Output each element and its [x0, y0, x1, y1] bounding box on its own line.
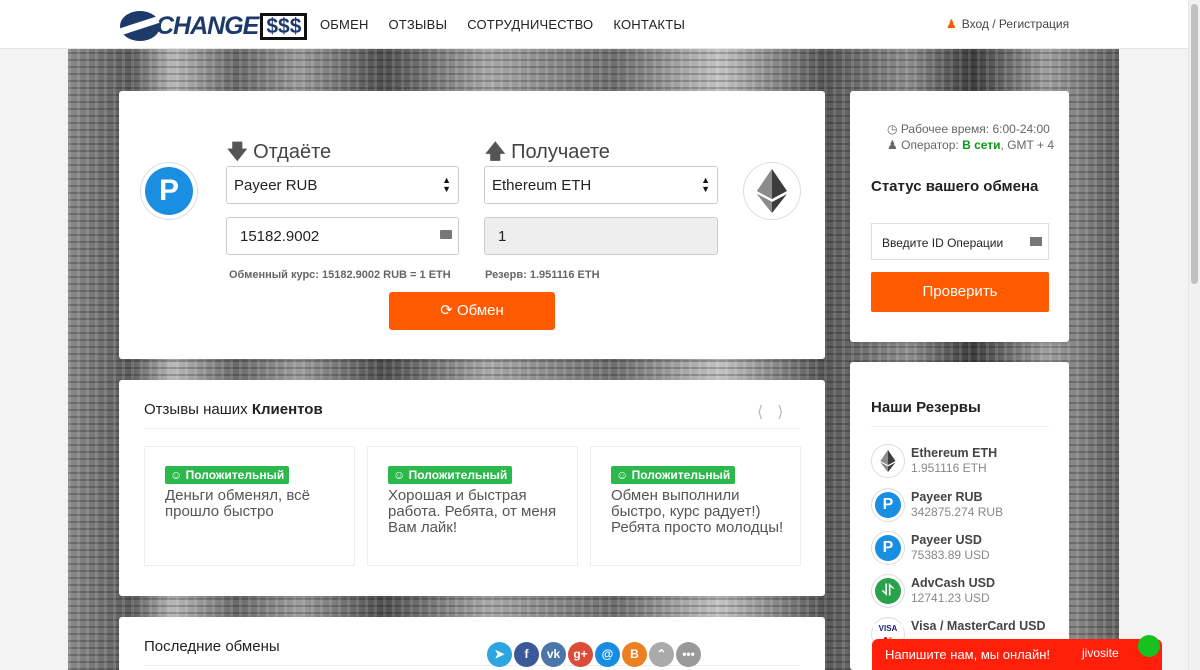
- ethereum-logo-icon: [743, 162, 801, 220]
- site-logo[interactable]: CHANGE $$$: [120, 11, 308, 41]
- chat-text: Напишите нам, мы онлайн!: [885, 647, 1051, 662]
- get-currency-select[interactable]: Ethereum ETH ▲ ▼: [484, 166, 718, 204]
- select-arrows-icon: ▲ ▼: [701, 175, 710, 194]
- positive-badge: ☺ Положительный: [388, 466, 513, 484]
- facebook-icon[interactable]: f: [514, 642, 539, 667]
- divider: [144, 665, 800, 666]
- scrollbar-thumb[interactable]: [1191, 4, 1198, 284]
- clock-icon: ◷: [887, 122, 898, 136]
- page-scrollbar[interactable]: [1188, 0, 1200, 670]
- reserve-name: Ethereum ETH: [911, 446, 998, 460]
- arrow-up-icon: 🡅: [485, 141, 506, 163]
- reserve-name: Payeer RUB: [911, 490, 983, 504]
- keyboard-icon: [1030, 237, 1042, 246]
- give-currency-select[interactable]: Payeer RUB ▲ ▼: [226, 166, 459, 204]
- work-time: ◷ Рабочее время: 6:00-24:00: [887, 122, 1050, 136]
- get-amount-input[interactable]: 1: [484, 217, 718, 255]
- reserves-title: Наши Резервы: [871, 399, 981, 416]
- share-up-icon[interactable]: ⌃: [649, 642, 674, 667]
- social-share-bar: ➤ f vk g+ @ B ⌃ •••: [487, 642, 701, 667]
- google-plus-icon[interactable]: g+: [568, 642, 593, 667]
- divider: [871, 426, 1049, 427]
- reserve-name: AdvCash USD: [911, 576, 996, 590]
- reserve-value: 342875.274 RUB: [911, 505, 1004, 519]
- nav-link-exchange[interactable]: ОБМЕН: [320, 17, 369, 32]
- reviews-title: Отзывы наших Клиентов: [144, 401, 323, 418]
- operator-status: ♟ Оператор: В сети, GMT + 4: [887, 138, 1055, 152]
- recent-title: Последние обмены: [144, 638, 280, 655]
- user-icon: ♟: [946, 17, 957, 31]
- payeer-icon: P: [871, 488, 905, 522]
- nav-link-contacts[interactable]: КОНТАКТЫ: [613, 17, 685, 32]
- payeer-icon: P: [871, 531, 905, 565]
- advcash-icon: ⥯: [871, 574, 905, 608]
- select-arrows-icon: ▲ ▼: [442, 175, 451, 194]
- status-title: Статус вашего обмена: [871, 178, 1039, 195]
- reserve-value: 75383.89 USD: [911, 548, 990, 562]
- mail-icon[interactable]: @: [595, 642, 620, 667]
- operator-icon: ♟: [887, 138, 898, 152]
- site-header: CHANGE $$$ ОБМЕН ОТЗЫВЫ СОТРУДНИЧЕСТВО К…: [0, 0, 1188, 49]
- positive-badge: ☺ Положительный: [165, 466, 290, 484]
- more-icon[interactable]: •••: [676, 642, 701, 667]
- smile-icon: ☺: [170, 468, 183, 482]
- login-link[interactable]: ♟ Вход / Регистрация: [946, 17, 1069, 31]
- check-status-button[interactable]: Проверить: [871, 272, 1049, 312]
- nav-link-reviews[interactable]: ОТЗЫВЫ: [389, 17, 448, 32]
- live-chat-widget[interactable]: Напишите нам, мы онлайн! jivosite: [872, 635, 1162, 670]
- review-card: ☺ Положительный Деньги обменял, всё прош…: [144, 446, 355, 566]
- divider: [144, 428, 800, 429]
- blogger-icon[interactable]: B: [622, 642, 647, 667]
- smile-icon: ☺: [616, 468, 629, 482]
- reserve-item: P Payeer RUB 342875.274 RUB: [871, 488, 1003, 522]
- login-label: Вход / Регистрация: [961, 17, 1070, 31]
- arrow-down-icon: 🡇: [227, 141, 248, 163]
- vk-icon[interactable]: vk: [541, 642, 566, 667]
- reserve-value: 12741.23 USD: [911, 591, 990, 605]
- smile-icon: ☺: [393, 468, 406, 482]
- reviews-nav: ⟨⟩: [757, 402, 798, 422]
- reserve-item: P Payeer USD 75383.89 USD: [871, 531, 990, 565]
- exchange-button[interactable]: ⟳ Обмен: [389, 292, 555, 330]
- reviews-card: Отзывы наших Клиентов ⟨⟩ ☺ Положительный…: [119, 380, 825, 596]
- telegram-icon[interactable]: ➤: [487, 642, 512, 667]
- reserves-card: Наши Резервы Ethereum ETH 1.951116 ETH P …: [850, 362, 1069, 670]
- ethereum-icon: [871, 444, 905, 478]
- main-nav: ОБМЕН ОТЗЫВЫ СОТРУДНИЧЕСТВО КОНТАКТЫ: [320, 17, 685, 32]
- review-text: Обмен выполнили быстро, курс радует!) Ре…: [611, 487, 784, 536]
- reserve-name: Visa / MasterCard USD: [911, 619, 1046, 633]
- globe-icon: [120, 11, 160, 41]
- review-card: ☺ Положительный Хорошая и быстрая работа…: [367, 446, 578, 566]
- chevron-right-icon[interactable]: ⟩: [777, 404, 797, 421]
- payeer-logo-icon: P: [140, 162, 198, 220]
- review-card: ☺ Положительный Обмен выполнили быстро, …: [590, 446, 801, 566]
- positive-badge: ☺ Положительный: [611, 466, 736, 484]
- reserve-name: Payeer USD: [911, 533, 982, 547]
- online-indicator-icon: [1138, 635, 1160, 657]
- exchange-rate: Обменный курс: 15182.9002 RUB = 1 ETH: [229, 269, 451, 281]
- review-text: Деньги обменял, всё прошло быстро: [165, 487, 311, 520]
- refresh-icon: ⟳: [440, 302, 453, 319]
- keyboard-icon: [440, 230, 452, 239]
- reserve-value: 1.951116 ETH: [911, 461, 987, 475]
- reserve-info: Резерв: 1.951116 ETH: [485, 269, 600, 281]
- logo-text: CHANGE: [156, 11, 259, 40]
- chat-brand: jivosite: [1082, 646, 1119, 660]
- operation-id-input[interactable]: Введите ID Операции: [871, 223, 1049, 260]
- chevron-left-icon[interactable]: ⟨: [757, 404, 777, 421]
- order-status-card: ◷ Рабочее время: 6:00-24:00 ♟ Оператор: …: [850, 91, 1069, 342]
- review-text: Хорошая и быстрая работа. Ребята, от мен…: [388, 487, 557, 536]
- logo-dollars: $$$: [260, 12, 308, 40]
- reserve-item: Ethereum ETH 1.951116 ETH: [871, 444, 997, 478]
- nav-link-partnership[interactable]: СОТРУДНИЧЕСТВО: [467, 17, 593, 32]
- give-amount-input[interactable]: 15182.9002: [226, 217, 459, 255]
- reserve-item: ⥯ AdvCash USD 12741.23 USD: [871, 574, 995, 608]
- recent-exchanges-card: Последние обмены: [119, 617, 825, 670]
